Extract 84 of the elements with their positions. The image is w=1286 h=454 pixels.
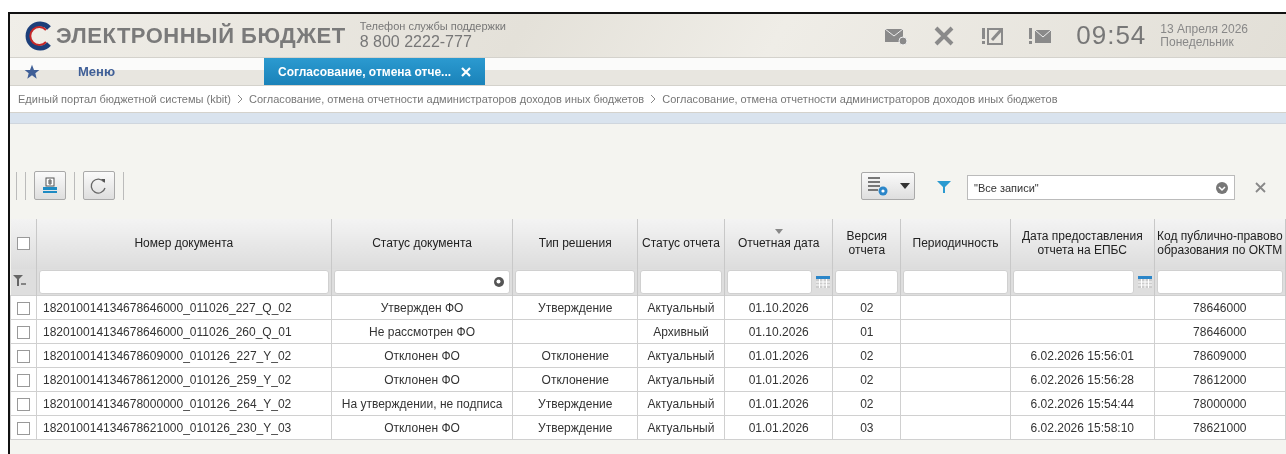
current-date: 13 Апреля 2026 — [1160, 22, 1248, 36]
list-settings-icon[interactable] — [866, 175, 890, 197]
table-cell: 01.01.2026 — [724, 367, 833, 392]
row-checkbox[interactable] — [17, 349, 30, 363]
table-cell: На утверждении, не подписа — [331, 391, 513, 416]
row-checkbox[interactable] — [17, 397, 30, 411]
select-all-checkbox[interactable] — [16, 237, 30, 251]
table-cell: 6.02.2026 15:54:44 — [1010, 391, 1155, 416]
refresh-icon[interactable] — [90, 176, 108, 195]
table-cell: Утверждение — [513, 295, 638, 320]
filter-field[interactable] — [1156, 270, 1283, 294]
table-cell: 78000000 — [1154, 391, 1286, 416]
close-icon[interactable] — [461, 66, 472, 77]
menu-tab[interactable]: Меню — [10, 58, 264, 85]
filter-field[interactable] — [726, 270, 813, 294]
chevron-icon — [236, 94, 243, 104]
filter-select[interactable]: "Все записи" — [967, 175, 1235, 200]
table-cell: Отклонение — [513, 367, 638, 392]
table-cell: Отклонен ФО — [331, 343, 513, 368]
printer-icon[interactable] — [41, 176, 59, 195]
table-cell: Утвержден ФО — [331, 295, 513, 320]
table-cell: Утверждение — [513, 415, 638, 440]
table-cell: 01.01.2026 — [724, 391, 833, 416]
menu-label[interactable]: Меню — [78, 64, 115, 79]
dropdown-icon[interactable] — [1216, 181, 1228, 194]
table-cell: Отклонен ФО — [331, 415, 513, 440]
row-checkbox[interactable] — [17, 373, 30, 387]
weekday: Понедельник — [1160, 35, 1235, 49]
caret-icon[interactable] — [900, 183, 910, 189]
table-cell: 78612000 — [1154, 367, 1286, 392]
chevron-icon — [650, 94, 657, 104]
table-cell: 182010014134678000000_010126_264_Y_02 — [36, 391, 332, 416]
row-checkbox[interactable] — [17, 325, 30, 339]
support-label: Телефон службы поддержки — [359, 21, 506, 32]
calendar-icon[interactable] — [816, 276, 831, 288]
clock-time: 09:54 — [1076, 20, 1147, 51]
table-cell: 01.10.2026 — [724, 295, 833, 320]
table-cell: 01.01.2026 — [724, 343, 833, 368]
filter-field[interactable] — [835, 270, 899, 294]
filter-icon[interactable] — [937, 180, 951, 194]
breadcrumb-link[interactable]: Согласование, отмена отчетности администраторов доходов иных бюджетов — [248, 93, 645, 105]
table-cell: 78646000 — [1154, 295, 1286, 320]
logo-text: ЭЛЕКТРОННЫЙ БЮДЖЕТ — [56, 22, 346, 49]
calendar-icon[interactable] — [1137, 276, 1152, 288]
table-cell: 182010014134678621000_010126_230_Y_03 — [36, 415, 332, 440]
filter-clear-icon[interactable] — [12, 273, 27, 288]
table-cell: 6.02.2026 15:56:01 — [1010, 343, 1155, 368]
table-cell: Утверждение — [513, 391, 638, 416]
table-cell: 6.02.2026 15:58:10 — [1010, 415, 1155, 440]
filter-field[interactable] — [515, 270, 635, 294]
filter-field[interactable] — [333, 270, 511, 294]
filter-field[interactable] — [640, 270, 722, 294]
row-checkbox[interactable] — [17, 301, 30, 315]
table-cell: 02 — [833, 295, 901, 320]
table-cell: 78621000 — [1154, 415, 1286, 440]
table-cell: 182010014134678646000_011026_260_Q_01 — [36, 319, 332, 344]
table-cell: Отклонен ФО — [331, 367, 513, 392]
table-cell: 182010014134678646000_011026_227_Q_02 — [36, 295, 332, 320]
search-icon[interactable] — [494, 276, 506, 288]
table-cell: Не рассмотрен ФО — [331, 319, 513, 344]
table-cell: 182010014134678609000_010126_227_Y_02 — [36, 343, 332, 368]
filter-field[interactable] — [39, 270, 329, 294]
print-button[interactable] — [34, 171, 66, 200]
support-phone: 8 800 2222-777 — [359, 34, 473, 50]
table-cell: 6.02.2026 15:56:28 — [1010, 367, 1155, 392]
row-checkbox[interactable] — [17, 421, 30, 435]
clear-icon[interactable] — [1255, 182, 1266, 193]
column-settings-button[interactable] — [861, 172, 915, 200]
breadcrumb-link[interactable]: Единый портал бюджетной системы (kbit) — [18, 93, 231, 105]
table-cell: 78609000 — [1154, 343, 1286, 368]
filter-field[interactable] — [903, 270, 1008, 294]
breadcrumb-link[interactable]: Согласование, отмена отчетности администраторов доходов иных бюджетов — [662, 93, 1058, 105]
table-cell: 182010014134678612000_010126_259_Y_02 — [36, 367, 332, 392]
document-tab[interactable]: Согласование, отмена отче... — [264, 58, 486, 85]
logo-icon — [24, 20, 54, 51]
star-icon[interactable] — [24, 63, 40, 80]
filter-field[interactable] — [1012, 270, 1134, 294]
table-cell: 01.01.2026 — [724, 415, 833, 440]
table-cell: 78646000 — [1154, 319, 1286, 344]
table-cell: 01.10.2026 — [724, 319, 833, 344]
refresh-button[interactable] — [83, 171, 115, 200]
table-cell: Актуальный — [637, 295, 725, 320]
tab-label[interactable]: Согласование, отмена отче... — [278, 64, 452, 79]
table-cell: Отклонение — [513, 343, 638, 368]
